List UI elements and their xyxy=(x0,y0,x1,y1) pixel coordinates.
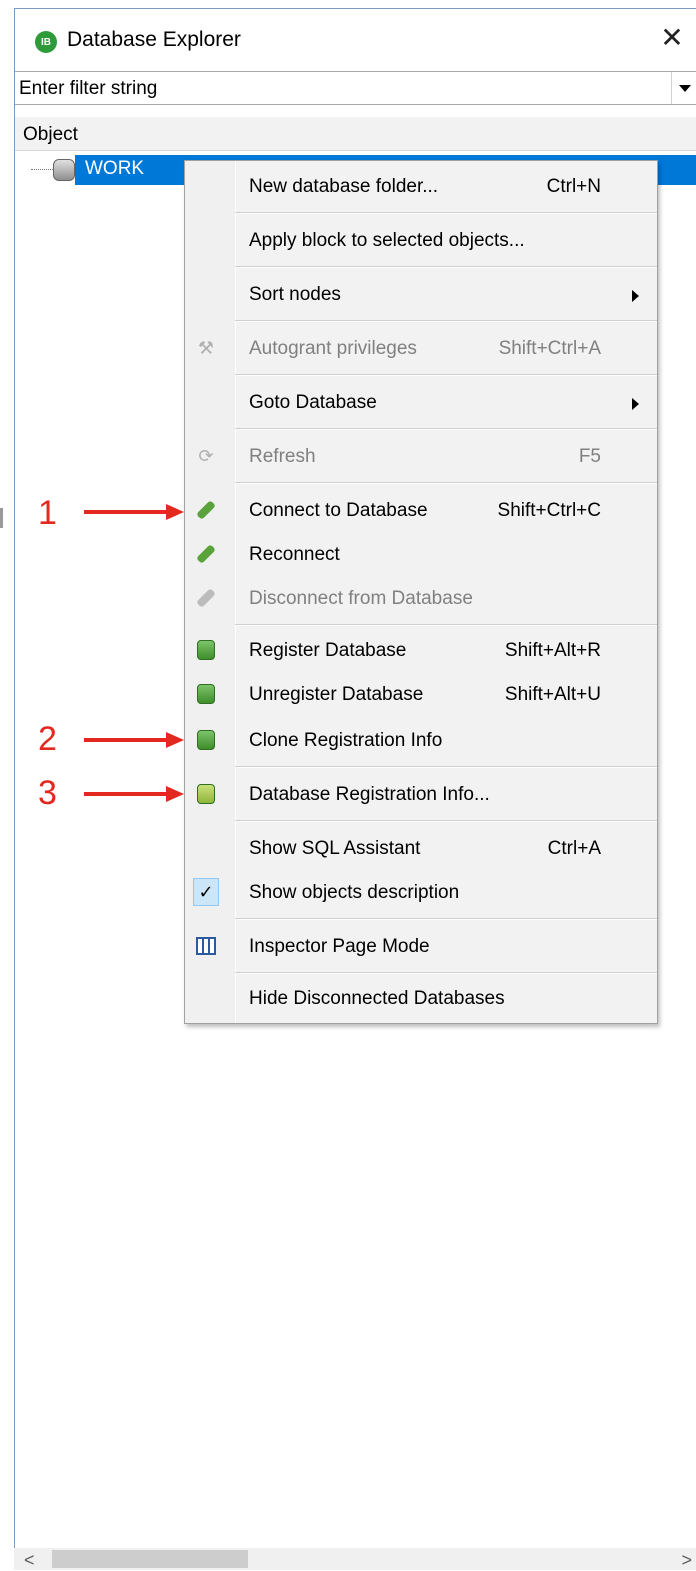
menu-item-clone-registration-info[interactable]: Clone Registration Info xyxy=(185,719,657,763)
annotation-number-1: 1 xyxy=(38,494,57,532)
menu-item-shortcut: Shift+Alt+R xyxy=(504,640,601,661)
reconnect-icon xyxy=(193,541,219,567)
menu-item-reconnect[interactable]: Reconnect xyxy=(185,533,657,577)
menu-item-label: Show SQL Assistant xyxy=(249,838,421,859)
submenu-arrow-icon xyxy=(632,398,639,410)
clone-registration-icon xyxy=(193,727,219,753)
filter-field[interactable]: Enter filter string xyxy=(15,71,696,105)
menu-item-shortcut: Shift+Alt+U xyxy=(504,684,601,705)
app-logo-icon: IB xyxy=(35,31,57,53)
menu-item-label: Goto Database xyxy=(249,392,377,413)
annotation-number-2: 2 xyxy=(38,720,57,758)
menu-item-connect-to-database[interactable]: Connect to Database Shift+Ctrl+C xyxy=(185,489,657,533)
menu-item-inspector-page-mode[interactable]: Inspector Page Mode xyxy=(185,925,657,969)
window-title: Database Explorer xyxy=(67,28,241,51)
menu-item-register-database[interactable]: Register Database Shift+Alt+R xyxy=(185,629,657,673)
scroll-thumb[interactable] xyxy=(52,1550,248,1568)
filter-dropdown-button[interactable] xyxy=(671,72,696,104)
menu-separator xyxy=(235,766,657,768)
arrow-head-icon xyxy=(166,504,184,520)
chevron-down-icon xyxy=(678,84,691,92)
tree-node-label: WORK xyxy=(85,158,145,179)
menu-item-new-database-folder[interactable]: New database folder... Ctrl+N xyxy=(185,165,657,209)
menu-item-label: Connect to Database xyxy=(249,500,428,521)
menu-item-label: New database folder... xyxy=(249,176,439,197)
scroll-right-icon[interactable]: > xyxy=(681,1550,692,1571)
menu-separator xyxy=(235,624,657,626)
register-database-icon xyxy=(193,637,219,663)
menu-item-label: Apply block to selected objects... xyxy=(249,230,525,251)
refresh-icon: ⟳ xyxy=(198,445,214,466)
menu-item-shortcut: F5 xyxy=(578,446,601,467)
column-header-label: Object xyxy=(23,124,78,145)
menu-item-autogrant-privileges[interactable]: ⚒ Autogrant privileges Shift+Ctrl+A xyxy=(185,327,657,371)
menu-item-label: Database Registration Info... xyxy=(249,784,490,805)
menu-item-unregister-database[interactable]: Unregister Database Shift+Alt+U xyxy=(185,673,657,717)
menu-item-label: Hide Disconnected Databases xyxy=(249,988,505,1009)
menu-item-label: Show objects description xyxy=(249,882,460,903)
checkmark-icon: ✓ xyxy=(193,878,219,906)
submenu-arrow-icon xyxy=(632,290,639,302)
annotation-number-3: 3 xyxy=(38,774,57,812)
menu-item-shortcut: Ctrl+A xyxy=(547,838,601,859)
annotation-arrow xyxy=(84,510,168,514)
database-icon xyxy=(53,159,75,181)
menu-item-shortcut: Ctrl+N xyxy=(546,176,601,197)
menu-item-show-objects-description[interactable]: ✓ Show objects description xyxy=(185,871,657,915)
context-menu: New database folder... Ctrl+N Apply bloc… xyxy=(184,160,658,1024)
menu-item-label: Autogrant privileges xyxy=(249,338,417,359)
menu-separator xyxy=(235,918,657,920)
inspector-icon xyxy=(193,933,219,959)
registration-info-icon xyxy=(193,781,219,807)
menu-item-show-sql-assistant[interactable]: Show SQL Assistant Ctrl+A xyxy=(185,827,657,871)
menu-separator xyxy=(235,972,657,974)
menu-item-hide-disconnected-databases[interactable]: Hide Disconnected Databases xyxy=(185,977,657,1021)
filter-input[interactable]: Enter filter string xyxy=(19,78,157,100)
menu-item-label: Clone Registration Info xyxy=(249,730,443,751)
menu-separator xyxy=(235,428,657,430)
tree-column-header[interactable]: Object xyxy=(15,117,696,151)
disconnect-icon xyxy=(193,585,219,611)
connect-icon xyxy=(193,497,219,523)
menu-separator xyxy=(235,374,657,376)
unregister-database-icon xyxy=(193,681,219,707)
arrow-head-icon xyxy=(166,732,184,748)
menu-separator xyxy=(235,482,657,484)
menu-item-label: Reconnect xyxy=(249,544,340,565)
close-button[interactable]: ✕ xyxy=(657,23,687,53)
menu-item-shortcut: Shift+Ctrl+C xyxy=(497,500,601,521)
menu-item-database-registration-info[interactable]: Database Registration Info... xyxy=(185,773,657,817)
menu-item-refresh[interactable]: ⟳ Refresh F5 xyxy=(185,435,657,479)
menu-separator xyxy=(235,212,657,214)
menu-item-label: Sort nodes xyxy=(249,284,341,305)
menu-separator xyxy=(235,266,657,268)
arrow-head-icon xyxy=(166,786,184,802)
annotation-arrow xyxy=(84,792,168,796)
autogrant-icon: ⚒ xyxy=(197,337,215,358)
menu-item-label: Register Database xyxy=(249,640,407,661)
menu-item-apply-block[interactable]: Apply block to selected objects... xyxy=(185,219,657,263)
horizontal-scrollbar[interactable]: < > xyxy=(14,1548,696,1570)
menu-item-label: Inspector Page Mode xyxy=(249,936,430,957)
menu-item-shortcut: Shift+Ctrl+A xyxy=(498,338,601,359)
left-edge-marker xyxy=(0,508,3,528)
annotation-arrow xyxy=(84,738,168,742)
menu-item-goto-database[interactable]: Goto Database xyxy=(185,381,657,425)
menu-item-label: Refresh xyxy=(249,446,316,467)
title-bar: IB Database Explorer ✕ xyxy=(15,9,696,71)
menu-separator xyxy=(235,320,657,322)
scroll-left-icon[interactable]: < xyxy=(24,1550,35,1571)
menu-item-label: Unregister Database xyxy=(249,684,424,705)
menu-item-sort-nodes[interactable]: Sort nodes xyxy=(185,273,657,317)
menu-item-label: Disconnect from Database xyxy=(249,588,473,609)
menu-item-disconnect-from-database[interactable]: Disconnect from Database xyxy=(185,577,657,621)
menu-separator xyxy=(235,820,657,822)
